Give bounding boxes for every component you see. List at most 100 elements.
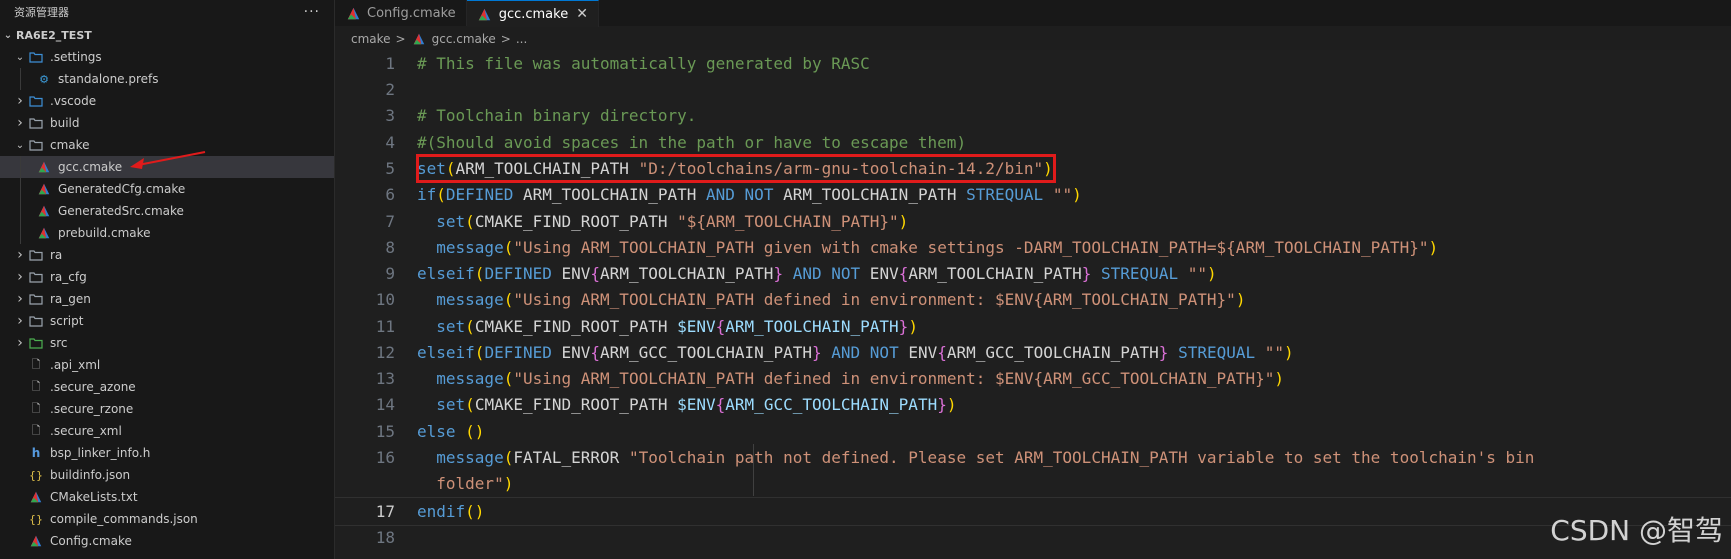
tree-item[interactable]: › src xyxy=(0,332,334,354)
code-line: 9 elseif(DEFINED ENV{ARM_TOOLCHAIN_PATH} … xyxy=(335,260,1731,287)
tree-item[interactable]: 🗋 .secure_azone xyxy=(0,376,334,398)
cmake-icon xyxy=(36,181,52,197)
chevron-right-icon: › xyxy=(17,115,23,131)
line-content: set(CMAKE_FIND_ROOT_PATH $ENV{ARM_TOOLCH… xyxy=(436,317,918,336)
chevron-right-icon: > xyxy=(395,32,406,46)
tree-item-label: Config.cmake xyxy=(50,534,132,548)
tab-config-cmake[interactable]: Config.cmake xyxy=(335,0,467,26)
tree-item-label: build xyxy=(50,116,80,130)
cmake-icon xyxy=(28,533,44,549)
line-number: 18 xyxy=(375,528,395,547)
tree-item-label: .api_xml xyxy=(50,358,101,372)
file-icon: 🗋 xyxy=(31,423,41,437)
indent-guide xyxy=(20,178,21,200)
tree-item-label: ra_gen xyxy=(50,292,91,306)
tree-item[interactable]: › .vscode xyxy=(0,90,334,112)
file-tree: ⌄ RA6E2_TEST ⌄ .settings ⚙ standalone.prefs… xyxy=(0,24,334,552)
json-icon: {} xyxy=(29,512,43,526)
line-content: #(Should avoid spaces in the path or hav… xyxy=(417,133,967,152)
line-number: 5 xyxy=(385,159,395,178)
tree-item[interactable]: ⚙ standalone.prefs xyxy=(0,68,334,90)
line-content: else () xyxy=(417,422,485,441)
line-number: 12 xyxy=(375,343,395,362)
project-root[interactable]: ⌄ RA6E2_TEST xyxy=(0,24,334,46)
tree-item[interactable]: › ra_gen xyxy=(0,288,334,310)
code-editor[interactable]: 1 # This file was automatically generated… xyxy=(335,50,1731,559)
line-content: message("Using ARM_TOOLCHAIN_PATH define… xyxy=(436,290,1246,309)
tree-item[interactable]: ⌄ .settings xyxy=(0,46,334,68)
breadcrumb-folder[interactable]: cmake xyxy=(351,32,391,46)
folder-icon xyxy=(28,313,44,329)
tree-item[interactable]: 🗋 .secure_rzone xyxy=(0,398,334,420)
close-icon[interactable]: ✕ xyxy=(576,6,588,22)
breadcrumb: cmake > gcc.cmake > ... xyxy=(335,28,1731,50)
tree-item-label: compile_commands.json xyxy=(50,512,198,526)
tree-item[interactable]: Config.cmake xyxy=(0,530,334,552)
tree-item[interactable]: 🗋 .api_xml xyxy=(0,354,334,376)
breadcrumb-file[interactable]: gcc.cmake xyxy=(432,32,496,46)
json-icon: {} xyxy=(29,468,43,482)
line-number: 3 xyxy=(385,106,395,125)
chevron-right-icon: › xyxy=(17,269,23,285)
indent-guide xyxy=(20,200,21,222)
folder-icon xyxy=(28,115,44,131)
tree-item-label: ra_cfg xyxy=(50,270,87,284)
tree-item[interactable]: GeneratedCfg.cmake xyxy=(0,178,334,200)
indent-guide xyxy=(753,444,754,496)
code-line: 18 xyxy=(335,524,1731,551)
line-number: 13 xyxy=(375,369,395,388)
tree-item[interactable]: h bsp_linker_info.h xyxy=(0,442,334,464)
tree-item[interactable]: › build xyxy=(0,112,334,134)
chevron-right-icon: › xyxy=(17,247,23,263)
chevron-down-icon: ⌄ xyxy=(15,51,25,63)
tree-item[interactable]: {} buildinfo.json xyxy=(0,464,334,486)
project-root-label: RA6E2_TEST xyxy=(16,28,92,42)
line-number: 16 xyxy=(375,448,395,467)
tree-item[interactable]: › ra_cfg xyxy=(0,266,334,288)
code-line: 2 xyxy=(335,76,1731,103)
code-line: 1 # This file was automatically generated… xyxy=(335,50,1731,77)
line-number: 10 xyxy=(375,290,395,309)
code-line: 3 # Toolchain binary directory. xyxy=(335,102,1731,129)
chevron-right-icon: › xyxy=(17,335,23,351)
file-icon: 🗋 xyxy=(31,401,41,415)
tree-item-label: prebuild.cmake xyxy=(58,226,151,240)
indent-guide xyxy=(20,222,21,244)
tree-item-label: .vscode xyxy=(50,94,97,108)
folder-icon xyxy=(28,291,44,307)
line-content: # This file was automatically generated … xyxy=(417,54,870,73)
code-line: 14 set(CMAKE_FIND_ROOT_PATH $ENV{ARM_GCC… xyxy=(335,391,1731,418)
tree-item[interactable]: prebuild.cmake xyxy=(0,222,334,244)
watermark: CSDN @智驾 xyxy=(1550,514,1723,547)
tab-gcc-cmake[interactable]: gcc.cmake ✕ xyxy=(466,0,599,27)
tree-item[interactable]: {} compile_commands.json xyxy=(0,508,334,530)
code-line: 11 set(CMAKE_FIND_ROOT_PATH $ENV{ARM_TOO… xyxy=(335,313,1731,340)
chevron-down-icon: ⌄ xyxy=(15,139,25,151)
tree-item[interactable]: › script xyxy=(0,310,334,332)
line-content: if(DEFINED ARM_TOOLCHAIN_PATH AND NOT AR… xyxy=(417,185,1082,204)
line-content: elseif(DEFINED ENV{ARM_TOOLCHAIN_PATH} A… xyxy=(417,264,1217,283)
chevron-right-icon: › xyxy=(17,291,23,307)
tree-item-label: GeneratedCfg.cmake xyxy=(58,182,186,196)
tree-item-label: src xyxy=(50,336,68,350)
cmake-icon xyxy=(345,5,361,21)
indent-guide xyxy=(20,156,21,178)
breadcrumb-symbol[interactable]: ... xyxy=(516,32,527,46)
line-number: 4 xyxy=(385,133,395,152)
tree-item-label: .secure_rzone xyxy=(50,402,134,416)
code-line: 10 message("Using ARM_TOOLCHAIN_PATH def… xyxy=(335,286,1731,313)
line-number: 8 xyxy=(385,238,395,257)
line-content: message(FATAL_ERROR "Toolchain path not … xyxy=(436,448,1535,467)
tree-item[interactable]: GeneratedSrc.cmake xyxy=(0,200,334,222)
line-content: endif() xyxy=(417,502,485,521)
tree-item-label: .secure_azone xyxy=(50,380,136,394)
chevron-right-icon: › xyxy=(17,93,23,109)
file-icon: 🗋 xyxy=(31,379,41,393)
code-line-current: 17 endif() xyxy=(335,497,1731,526)
code-line: 8 message("Using ARM_TOOLCHAIN_PATH give… xyxy=(335,234,1731,261)
tree-item[interactable]: CMakeLists.txt xyxy=(0,486,334,508)
tree-item[interactable]: 🗋 .secure_xml xyxy=(0,420,334,442)
tree-item-label: cmake xyxy=(50,138,90,152)
more-actions-icon[interactable]: ··· xyxy=(304,4,320,20)
tree-item[interactable]: › ra xyxy=(0,244,334,266)
